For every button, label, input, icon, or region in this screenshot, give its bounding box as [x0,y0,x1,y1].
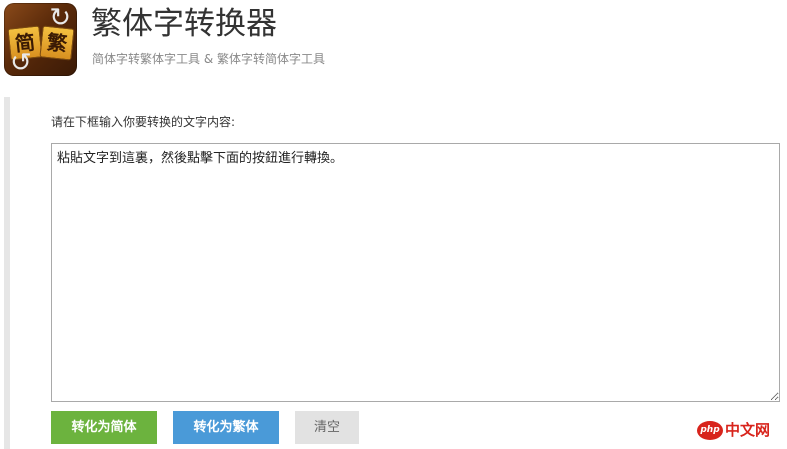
watermark-text: 中文网 [725,421,771,439]
clear-button[interactable]: 清空 [295,411,359,444]
page-subtitle: 简体字转繁体字工具 & 繁体字转简体字工具 [92,52,325,66]
site-watermark: php 中文网 [697,419,770,441]
text-input-area[interactable]: 粘貼文字到這裏，然後點擊下面的按鈕進行轉換。 [51,143,780,402]
logo-tile-traditional: 繁 [39,25,75,61]
page-title: 繁体字转换器 [91,6,277,42]
input-instruction-label: 请在下框输入你要转换的文字内容: [51,115,236,129]
app-logo: ↻ 简 繁 ↺ [4,3,77,76]
content-divider [4,97,10,449]
refresh-arrow-icon: ↺ [10,48,32,76]
convert-to-simplified-button[interactable]: 转化为简体 [51,411,157,444]
php-logo-icon: php [697,420,723,440]
convert-to-traditional-button[interactable]: 转化为繁体 [173,411,279,444]
page: ↻ 简 繁 ↺ 繁体字转换器 简体字转繁体字工具 & 繁体字转简体字工具 请在下… [0,0,787,449]
